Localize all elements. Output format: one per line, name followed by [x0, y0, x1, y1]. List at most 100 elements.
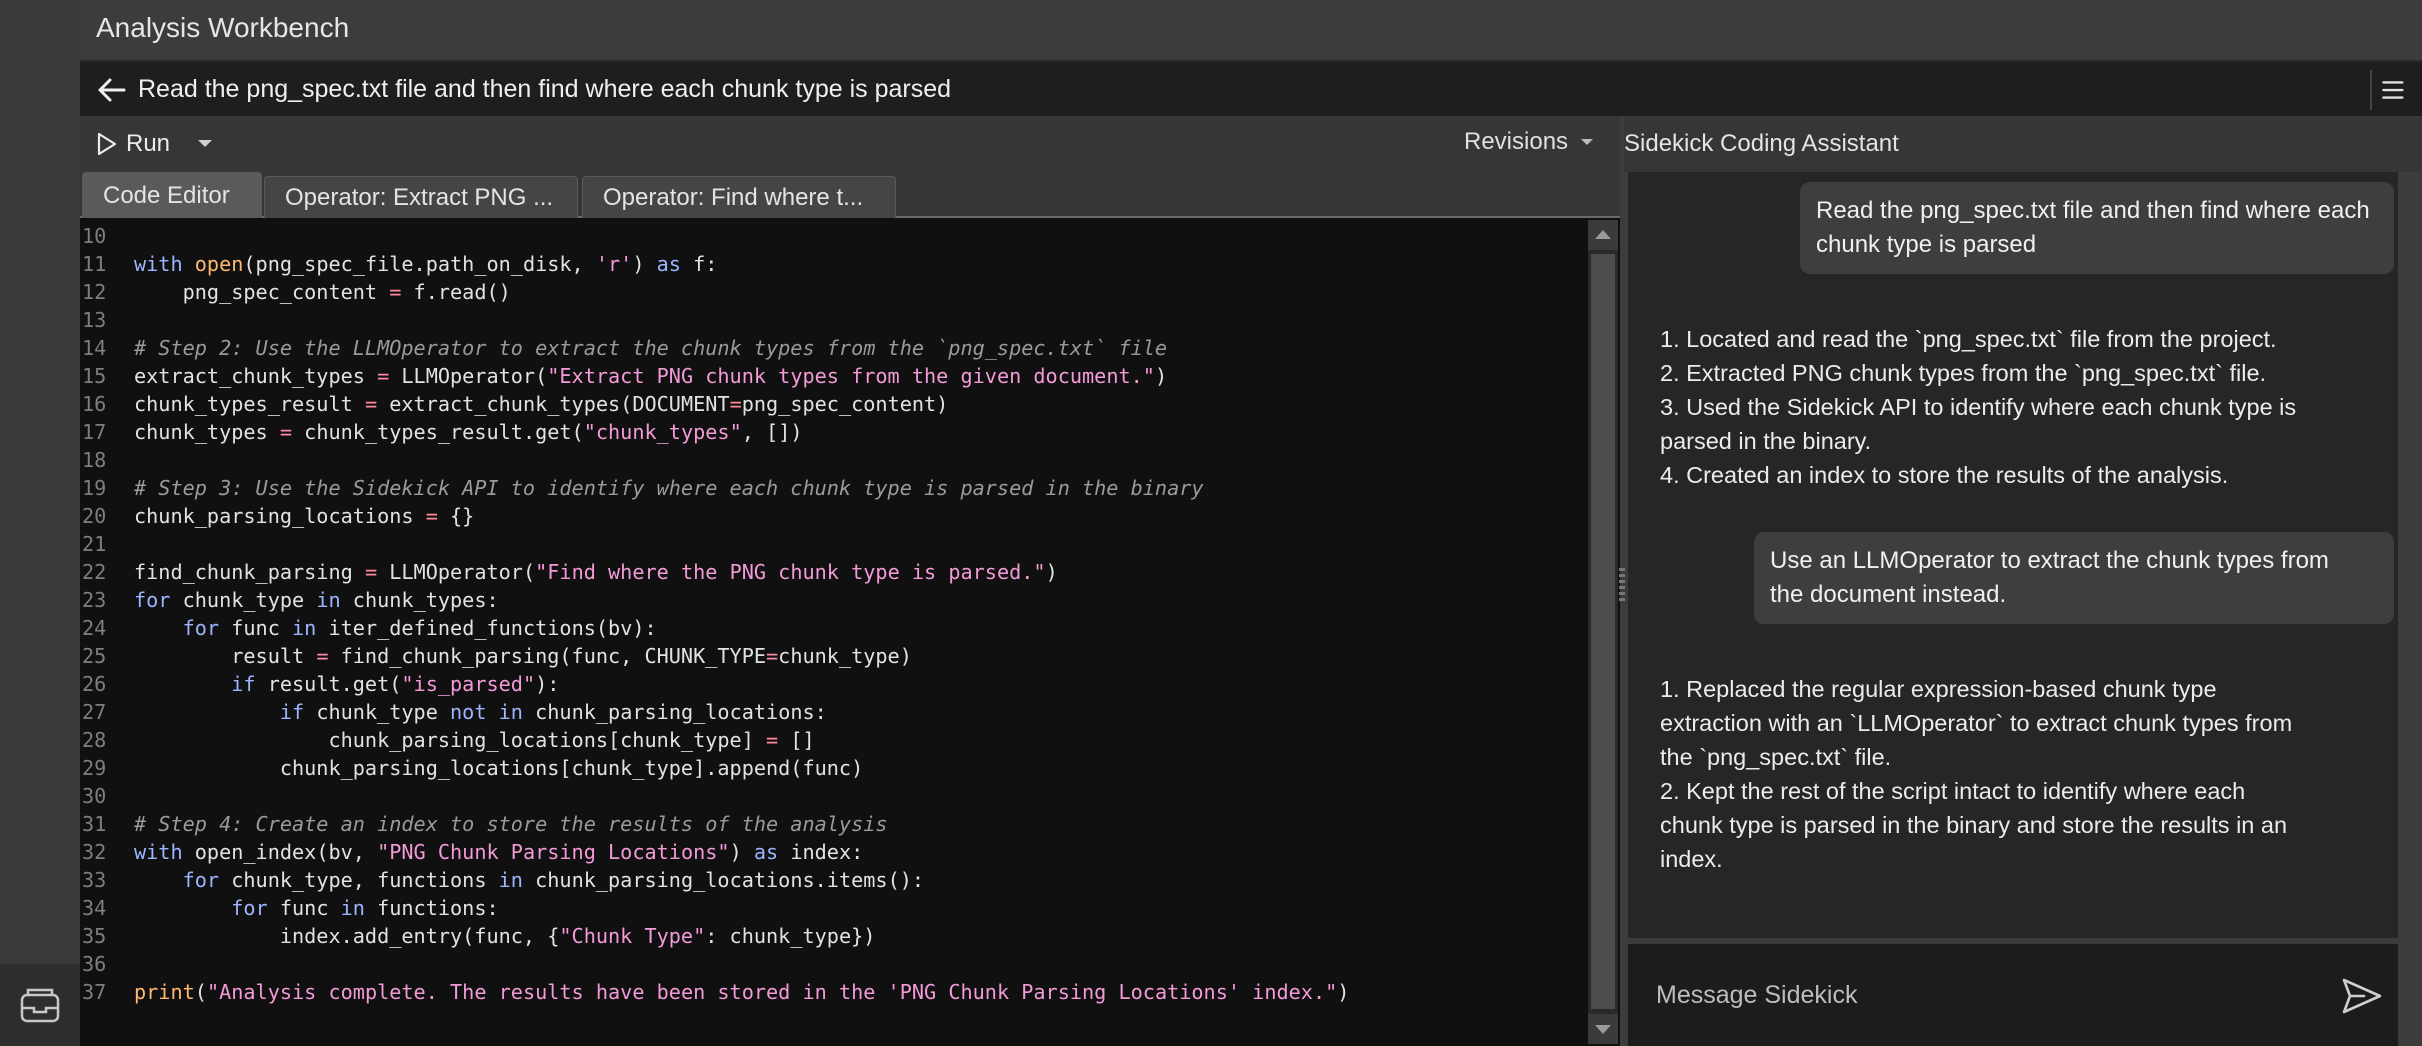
- code-token: =: [316, 644, 329, 668]
- code-line: 34 for func in functions:: [80, 894, 1580, 922]
- code-line: 36: [80, 950, 1580, 978]
- code-token: chunk_parsing_locations.items():: [522, 868, 925, 892]
- code-token: "PNG Chunk Parsing Locations": [377, 840, 730, 864]
- code-token: : chunk_type}): [705, 924, 876, 948]
- code-line: 19 # Step 3: Use the Sidekick API to iden…: [80, 474, 1580, 502]
- assistant-message: 1. Replaced the regular expression-based…: [1660, 672, 2360, 876]
- revisions-dropdown[interactable]: Revisions: [1464, 128, 1596, 156]
- vertical-scrollbar[interactable]: [1588, 220, 1618, 1044]
- rail-archive-button[interactable]: [0, 964, 80, 1046]
- message-line: 2. Extracted PNG chunk types from the `p…: [1660, 360, 2267, 386]
- code-editor[interactable]: 10 11 with open (png_spec_file.path_on_disk…: [80, 218, 1620, 1046]
- chevron-down-icon[interactable]: [190, 128, 220, 158]
- message-input[interactable]: [1628, 944, 2328, 1046]
- code-line: 32 with open_index(bv, "PNG Chunk Parsing…: [80, 838, 1580, 866]
- code-token: in: [498, 868, 523, 892]
- code-token: if: [279, 700, 305, 724]
- code-token: LLMOperator(: [389, 364, 548, 388]
- line-number: 27: [82, 700, 107, 724]
- code-token: result: [134, 644, 317, 668]
- code-token: chunk_type): [778, 644, 912, 668]
- line-number: 33: [82, 868, 107, 892]
- message-composer: [1628, 944, 2398, 1046]
- scroll-down-button[interactable]: [1588, 1014, 1618, 1044]
- assistant-title: Sidekick Coding Assistant: [1624, 130, 1899, 157]
- send-icon[interactable]: [2340, 974, 2384, 1018]
- code-token: "chunk_types": [583, 420, 742, 444]
- code-token: (: [194, 980, 207, 1004]
- code-token: =: [766, 728, 779, 752]
- code-line: 20 chunk_parsing_locations = {}: [80, 502, 1580, 530]
- code-line: 22 find_chunk_parsing = LLMOperator("Find…: [80, 558, 1580, 586]
- code-token: open_index(bv,: [182, 840, 378, 864]
- code-token: in: [340, 896, 365, 920]
- code-line: 12 png_spec_content = f.read(): [80, 278, 1580, 306]
- scroll-up-button[interactable]: [1588, 220, 1618, 250]
- message-line: index.: [1660, 846, 1723, 872]
- arrow-left-icon[interactable]: [94, 72, 130, 108]
- code-token: with: [134, 252, 195, 276]
- splitter-grip[interactable]: [1619, 568, 1625, 602]
- code-token: functions:: [364, 896, 499, 920]
- code-token: []: [778, 728, 815, 752]
- code-token: "Analysis complete. The results have bee…: [206, 980, 1338, 1004]
- code-line: 13: [80, 306, 1580, 334]
- line-number: 32: [82, 840, 107, 864]
- message-line: 2. Kept the rest of the script intact to…: [1660, 778, 2246, 804]
- code-line: 29 chunk_parsing_locations[chunk_type].a…: [80, 754, 1580, 782]
- tab-code-editor[interactable]: Code Editor: [82, 172, 262, 218]
- hamburger-icon[interactable]: [2370, 70, 2410, 110]
- code-token: png_spec_content: [134, 280, 390, 304]
- scroll-down-arrow-icon: [1595, 1025, 1611, 1034]
- line-number: 20: [82, 504, 107, 528]
- assistant-message: 1. Located and read the `png_spec.txt` f…: [1660, 322, 2360, 492]
- code-token: # Step 4: Create an index to store the r…: [134, 812, 888, 836]
- code-line: 24 for func in iter_defined_functions(bv…: [80, 614, 1580, 642]
- code-token: with: [134, 840, 183, 864]
- message-line: Read the png_spec.txt file and then find…: [1816, 197, 2370, 224]
- code-line: 23 for chunk_type in chunk_types:: [80, 586, 1580, 614]
- code-line: 25 result = find_chunk_parsing(func, CHU…: [80, 642, 1580, 670]
- line-number: 16: [82, 392, 107, 416]
- code-token: for: [231, 896, 268, 920]
- left-rail: [0, 0, 80, 1046]
- code-token: =: [279, 420, 293, 444]
- tab-operator-extract[interactable]: Operator: Extract PNG ...: [264, 176, 578, 218]
- line-number: 31: [82, 812, 107, 836]
- code-token: =: [766, 644, 779, 668]
- editor-tabs: Code Editor Operator: Extract PNG ... Op…: [80, 172, 1620, 218]
- code-token: =: [389, 280, 402, 304]
- code-token: iter_defined_functions(bv):: [316, 616, 657, 640]
- message-line: 1. Located and read the `png_spec.txt` f…: [1660, 326, 2277, 352]
- code-token: in: [316, 588, 341, 612]
- code-token: find_chunk_parsing(func, CHUNK_TYPE: [328, 644, 767, 668]
- editor-toolbar: Run Revisions: [80, 116, 1620, 172]
- code-line: 16 chunk_types_result = extract_chunk_typ…: [80, 390, 1580, 418]
- code-token: result.get(: [255, 672, 402, 696]
- code-area[interactable]: 10 11 with open (png_spec_file.path_on_disk…: [80, 222, 1580, 1006]
- line-number: 28: [82, 728, 107, 752]
- code-token: =: [364, 560, 378, 584]
- line-number: 35: [82, 924, 107, 948]
- line-number: 37: [82, 980, 107, 1004]
- code-token: chunk_types_result.get(: [292, 420, 584, 444]
- code-token: f:: [680, 252, 718, 276]
- tab-operator-find[interactable]: Operator: Find where t...: [582, 176, 896, 218]
- message-line: Use an LLMOperator to extract the chunk …: [1770, 547, 2329, 574]
- line-number: 14: [82, 336, 107, 360]
- scroll-thumb[interactable]: [1591, 254, 1615, 1009]
- code-token: in: [292, 616, 317, 640]
- code-line: 17 chunk_types = chunk_types_result.get("…: [80, 418, 1580, 446]
- line-number: 34: [82, 896, 107, 920]
- code-token: ): [1045, 560, 1058, 584]
- code-token: chunk_parsing_locations:: [522, 700, 827, 724]
- code-line: 28 chunk_parsing_locations[chunk_type] =…: [80, 726, 1580, 754]
- code-token: f.read(): [401, 280, 511, 304]
- code-token: # Step 2: Use the LLMOperator to extract…: [134, 336, 1168, 360]
- run-button[interactable]: Run: [86, 126, 176, 162]
